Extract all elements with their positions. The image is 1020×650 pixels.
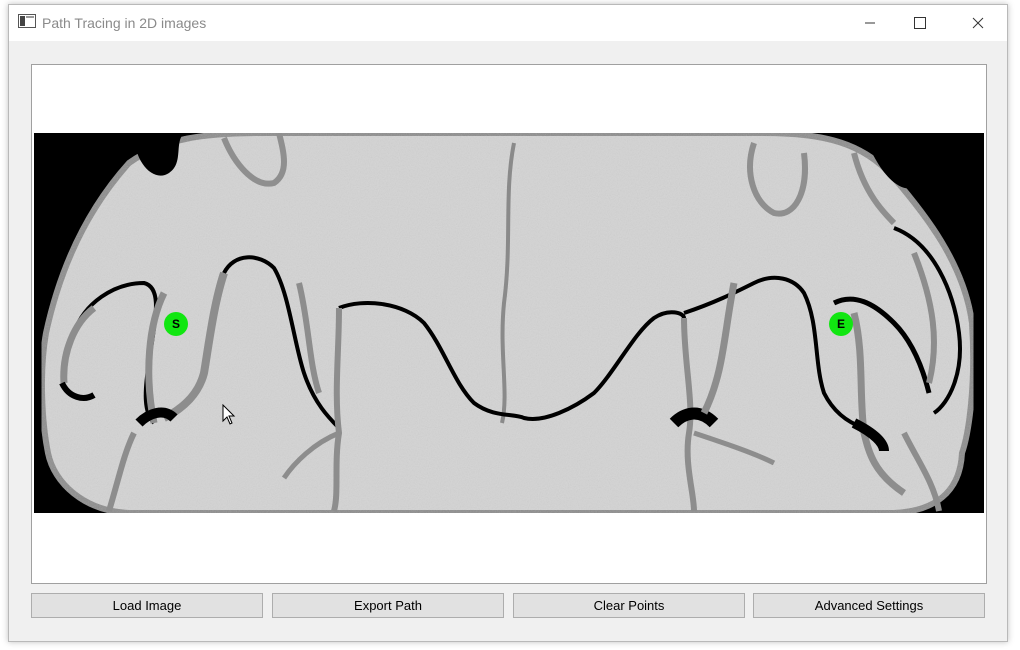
app-window: Path Tracing in 2D images S E Load Image… [8,4,1008,642]
maximize-button[interactable] [897,5,943,41]
close-button[interactable] [955,5,1001,41]
start-point-marker[interactable]: S [164,312,188,336]
end-point-marker[interactable]: E [829,312,853,336]
maximize-icon [914,17,926,29]
minimize-icon [865,22,875,24]
title-bar[interactable]: Path Tracing in 2D images [9,5,1007,41]
clear-points-button[interactable]: Clear Points [513,593,745,618]
minimize-button[interactable] [847,5,893,41]
advanced-settings-button[interactable]: Advanced Settings [753,593,985,618]
app-window-icon [18,14,36,28]
close-icon [972,17,984,29]
image-view[interactable]: S E [31,64,987,584]
export-path-button[interactable]: Export Path [272,593,504,618]
window-title: Path Tracing in 2D images [42,15,207,31]
mouse-cursor-icon [222,404,236,425]
load-image-button[interactable]: Load Image [31,593,263,618]
